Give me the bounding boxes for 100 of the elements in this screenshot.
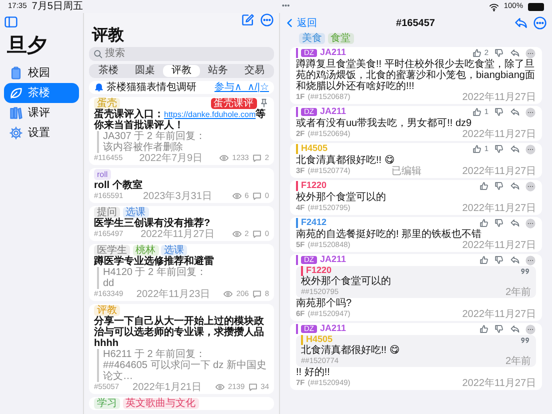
segment-tab[interactable]: 交易 xyxy=(236,64,273,77)
post-tag[interactable]: 桃林 xyxy=(132,244,158,256)
thumbs-up-icon xyxy=(478,218,488,228)
reply-icon xyxy=(510,144,520,154)
quote-icon xyxy=(521,334,531,344)
more-button[interactable] xyxy=(525,144,536,154)
more-icon xyxy=(525,254,536,266)
reply-button[interactable] xyxy=(514,16,528,30)
edited-label: 已编辑 xyxy=(391,166,422,176)
reply-text: 或者有没有uu带我去吃，男女都可!! dz9 xyxy=(296,118,473,128)
post-date: 2022年11月27日 xyxy=(140,228,214,240)
sidebar-item[interactable]: 设置 xyxy=(4,123,79,143)
status-date: 7月5日周五 xyxy=(32,1,83,12)
more-button[interactable] xyxy=(525,48,536,58)
more-button[interactable] xyxy=(525,106,536,118)
more-button[interactable] xyxy=(525,254,536,266)
thread-tag[interactable]: 美食 xyxy=(299,33,325,44)
dislike-button[interactable] xyxy=(494,324,504,334)
views-icon xyxy=(219,153,230,164)
reply-date: 2022年11月27日 xyxy=(462,128,536,140)
more-button[interactable] xyxy=(525,218,536,228)
more-button[interactable] xyxy=(525,180,536,192)
sidebar-toggle-button[interactable] xyxy=(4,15,18,29)
segment-tab[interactable]: 圆桌 xyxy=(126,64,164,77)
like-button[interactable] xyxy=(478,218,488,228)
comment-icon xyxy=(252,153,262,164)
post-link[interactable]: https://danke.fduhole.com xyxy=(164,110,256,119)
category-badge: 蛋壳课评 xyxy=(210,98,256,109)
thumbs-up-icon xyxy=(472,107,482,117)
thumbs-down-icon xyxy=(494,255,504,265)
like-button[interactable] xyxy=(478,255,488,265)
thumbs-up-icon xyxy=(472,144,482,154)
reply-header: JA307 于 2 年前回复： xyxy=(103,130,206,142)
dislike-button[interactable] xyxy=(494,218,504,228)
post-tag[interactable]: 选课 xyxy=(161,244,187,256)
post-date: 2022年11月23日 xyxy=(136,288,210,300)
sidebar-item[interactable]: 课评 xyxy=(4,103,79,123)
post-tag[interactable]: 英文歌曲与文化 xyxy=(122,398,198,409)
dislike-button[interactable] xyxy=(494,255,504,265)
views-icon xyxy=(232,229,242,240)
more-button[interactable] xyxy=(533,16,547,30)
post-text: 医学生三创课有没有推荐? xyxy=(94,218,212,229)
more-icon xyxy=(525,144,536,154)
post-tag[interactable]: 选课 xyxy=(122,206,148,218)
segment-tab[interactable]: 茶楼 xyxy=(90,64,127,77)
segment-tab[interactable]: 评教 xyxy=(163,64,200,77)
quoted-time: 2年前 xyxy=(505,356,531,366)
dislike-button[interactable] xyxy=(494,144,504,154)
bell-icon xyxy=(94,82,104,92)
comment-icon xyxy=(248,382,258,392)
post-tag[interactable]: 蛋壳 xyxy=(94,98,120,109)
reply-button[interactable] xyxy=(510,144,520,154)
sidebar-item[interactable]: 校园 xyxy=(4,63,79,83)
gear-icon xyxy=(9,126,23,140)
views-icon xyxy=(232,191,242,202)
post-tag[interactable]: 学习 xyxy=(94,398,120,409)
post-tag[interactable]: roll xyxy=(94,168,111,180)
quoted-time: 2年前 xyxy=(505,286,531,298)
post-tag[interactable]: 评教 xyxy=(94,304,120,316)
reply-button[interactable] xyxy=(510,48,520,58)
thread-tag[interactable]: 食堂 xyxy=(328,33,354,44)
reply-button[interactable] xyxy=(510,324,520,334)
post-date: 2023年3月31日 xyxy=(142,190,212,202)
reply-header: H6211 于 2 年前回复： xyxy=(103,348,207,360)
more-button[interactable] xyxy=(525,324,536,334)
post-date: 2022年1月21日 xyxy=(132,382,202,393)
comment-icon xyxy=(252,289,262,300)
sidebar-item[interactable]: 茶楼 xyxy=(4,83,79,103)
reply-icon xyxy=(510,324,520,334)
reply-icon xyxy=(510,218,520,228)
reply-date: 2022年11月27日 xyxy=(462,240,536,250)
post-tag[interactable]: 医学生 xyxy=(94,244,130,256)
reply-button[interactable] xyxy=(510,218,520,228)
post-text: roll 个教室 xyxy=(94,180,144,191)
dislike-button[interactable] xyxy=(494,48,504,58)
like-button[interactable] xyxy=(478,324,488,334)
author-name: F2412 xyxy=(301,218,327,228)
reply-button[interactable] xyxy=(510,255,520,265)
author-name: H4505 xyxy=(301,144,328,154)
views-icon xyxy=(214,382,225,392)
reply-button[interactable] xyxy=(510,107,520,117)
reply-button[interactable] xyxy=(510,181,520,191)
dislike-button[interactable] xyxy=(494,107,504,117)
more-button[interactable] xyxy=(260,13,274,27)
notice-link[interactable]: 参与∧_∧/|☆ xyxy=(214,82,269,93)
compose-button[interactable] xyxy=(241,13,255,27)
search-field[interactable]: 搜索 xyxy=(89,46,274,61)
segment-tab[interactable]: 站务 xyxy=(200,64,236,77)
dislike-button[interactable] xyxy=(494,181,504,191)
reply-date: 2022年11月27日 xyxy=(462,92,536,102)
post-tag[interactable]: 提问 xyxy=(94,206,120,218)
more-icon xyxy=(525,324,536,334)
thumbs-down-icon xyxy=(494,48,504,58)
thumbs-down-icon xyxy=(494,324,504,334)
page-title: 评教 xyxy=(92,27,125,45)
like-button[interactable] xyxy=(478,181,488,191)
building-icon xyxy=(9,66,23,80)
back-button[interactable]: 返回 xyxy=(285,18,317,28)
author-name: JA211 xyxy=(320,107,346,117)
reply-text: dd xyxy=(103,278,116,289)
